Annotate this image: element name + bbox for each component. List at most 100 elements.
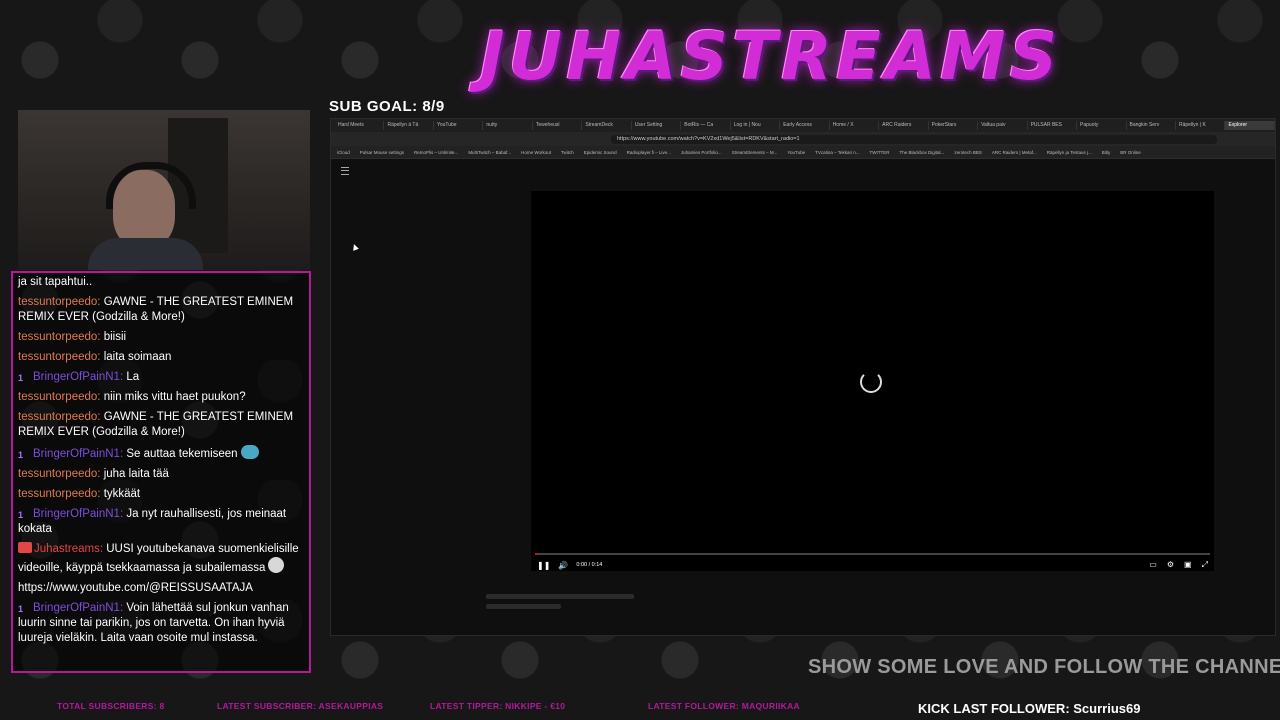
chat-username: tessuntorpeedo [18,391,98,403]
bookmark-item[interactable]: Räpellyn ja Testaus j... [1047,150,1092,155]
chat-message: https://www.youtube.com/@REISSUSAATAJA [18,581,304,596]
bookmark-item[interactable]: Juhamies Portfolio... [681,150,722,155]
browser-tab[interactable]: Papuoty [1077,121,1127,130]
browser-tab[interactable]: User Setting [632,121,682,130]
loading-spinner-icon [860,371,882,393]
browser-tab[interactable]: StreamDeck [582,121,632,130]
sub-goal: SUB GOAL: 8/9 [329,98,445,115]
chat-message: 1 BringerOfPainN1: Se auttaa tekemiseen [18,445,304,462]
bookmark-item[interactable]: TVcatina – Tekkari n... [815,150,859,155]
browser-tab[interactable]: Räpellyn | K [1176,121,1226,130]
bookmarks-bar: iCloud Pulsar Mouse settings RemoPlis – Un… [331,146,1275,159]
webcam-streamer [113,170,175,248]
chat-text: https://www.youtube.com/@REISSUSAATAJA [18,582,253,594]
subscriber-badge-icon: 1 [18,510,24,520]
broadcaster-badge-icon [18,542,32,553]
subscriber-badge-icon: 1 [18,450,24,460]
chat-text: Se auttaa tekemiseen [126,448,238,460]
chat-message: tessuntorpeedo: niin miks vittu haet puu… [18,390,304,405]
chat-message: tessuntorpeedo: laita soimaan [18,350,304,365]
tab-bar: Hard Meets Räpellyn ä Tä YouTube nutty Teweh… [331,119,1275,132]
chat-username: tessuntorpeedo [18,331,98,343]
chat-username: BringerOfPainN1 [33,508,120,520]
bookmark-item[interactable]: RemoPlis – Unlimite... [414,150,458,155]
browser-tab[interactable]: Early Access [780,121,830,130]
browser-tab[interactable]: BotRis — Ca [681,121,731,130]
chat-username: tessuntorpeedo [18,351,98,363]
volume-icon[interactable]: 🔊 [558,561,568,570]
bookmark-item[interactable]: ARC Raiders | Metaf... [992,150,1037,155]
chat-text: biisii [103,331,127,343]
subscriber-badge-icon: 1 [18,604,24,614]
pause-icon[interactable]: ❚❚ [537,561,550,570]
browser-tab[interactable]: Valtua paiv [978,121,1028,130]
browser-tab[interactable]: Explorer [1225,121,1275,130]
chat-message: tessuntorpeedo: juha laita tää [18,467,304,482]
bookmark-item[interactable]: iCloud [337,150,350,155]
progress-bar[interactable] [535,553,1210,555]
chat-text: juha laita tää [103,468,169,480]
browser-tab[interactable]: YouTube [434,121,484,130]
chat-text: ja sit tapahtui.. [18,276,93,288]
chat-message: 1 BringerOfPainN1: Voin lähettää sul jonk… [18,601,304,646]
chat-text: tykkäät [103,488,141,500]
chat-message: ja sit tapahtui.. [18,275,304,290]
video-player[interactable]: ❚❚ 🔊 0:00 / 0:14 ▭ ⚙ ▣ ⤢ [531,191,1214,571]
browser-tab[interactable]: Log in | Nou [731,121,781,130]
chat-username: tessuntorpeedo [18,468,98,480]
bookmark-item[interactable]: Pulsar Mouse settings [360,150,404,155]
bookmark-item[interactable]: MultiTwitch – Babaf... [468,150,511,155]
chat-emote-icon [240,445,259,459]
browser-tab[interactable]: Bangkin Serv [1127,121,1176,130]
latest-tipper: LATEST TIPPER: NIKKIPE - €10 [430,701,566,711]
browser-window: Hard Meets Räpellyn ä Tä YouTube nutty Teweh… [330,118,1276,636]
settings-gear-icon[interactable]: ⚙ [1167,560,1174,570]
bookmark-item[interactable]: Twitch [561,150,574,155]
chat-username: tessuntorpeedo [18,488,98,500]
chat-message: tessuntorpeedo: GAWNE - THE GREATEST EMI… [18,295,304,325]
follow-call-to-action: SHOW SOME LOVE AND FOLLOW THE CHANNEL <3 [808,656,1280,678]
browser-tab[interactable]: ARC Raiders [879,121,929,130]
video-title-placeholder [486,594,634,599]
player-controls: ❚❚ 🔊 0:00 / 0:14 ▭ ⚙ ▣ ⤢ [537,559,1208,571]
browser-tab[interactable]: nutty [483,121,533,130]
chat-username: Juhastreams [34,543,100,555]
bookmark-item[interactable]: YouTube [787,150,805,155]
browser-tab[interactable]: PULSAR BES [1028,121,1078,130]
browser-tab[interactable]: Räpellyn ä Tä [384,121,434,130]
chat-username: tessuntorpeedo [18,411,98,423]
chat-message: tessuntorpeedo: tykkäät [18,487,304,502]
browser-tab[interactable]: Teweheusl [533,121,583,130]
browser-tab[interactable]: PokerStars [929,121,979,130]
browser-tab[interactable]: Hard Meets [335,121,385,130]
browser-tab[interactable]: Home / X [830,121,880,130]
miniplayer-icon[interactable]: ▣ [1184,560,1192,570]
webcam-shirt [88,238,203,270]
bookmark-item[interactable]: The Blackbox Digital... [900,150,945,155]
bookmark-item[interactable]: TWITTER [870,150,890,155]
bookmark-item[interactable]: Bitly [1102,150,1111,155]
url-input[interactable]: https://www.youtube.com/watch?v=KV2xd1We… [611,134,1217,144]
chat-text: niin miks vittu haet puukon? [103,391,246,403]
video-title-placeholder-2 [486,604,561,609]
kick-last-follower: KICK LAST FOLLOWER: Scurrius69 [918,701,1141,716]
chat-message: 1 BringerOfPainN1: Ja nyt rauhallisesti, … [18,507,304,537]
channel-logo: JUHASTREAMS [480,18,1062,95]
chat-overlay: ja sit tapahtui.. tessuntorpeedo: GAWNE -… [11,271,311,673]
chat-message: 1 BringerOfPainN1: La [18,370,304,385]
chat-username: BringerOfPainN1 [33,602,120,614]
subtitles-icon[interactable]: ▭ [1149,560,1157,570]
chat-text: laita soimaan [103,351,172,363]
bookmark-item[interactable]: StreamElements – M... [732,150,778,155]
bookmark-item[interactable]: BR Online [1120,150,1141,155]
bookmark-item[interactable]: Home Workout [521,150,551,155]
bookmark-item[interactable]: Epidemic Sound [584,150,617,155]
bookmark-item[interactable]: Radioplayer.fi – Live... [627,150,671,155]
hamburger-menu-icon[interactable] [341,167,349,175]
progress-fill [535,553,538,555]
fullscreen-icon[interactable]: ⤢ [1202,560,1208,570]
bookmark-item[interactable]: zerotech BBS [954,150,982,155]
chat-message: tessuntorpeedo: biisii [18,330,304,345]
total-subscribers: TOTAL SUBSCRIBERS: 8 [57,701,165,711]
chat-message: tessuntorpeedo: GAWNE - THE GREATEST EMI… [18,410,304,440]
